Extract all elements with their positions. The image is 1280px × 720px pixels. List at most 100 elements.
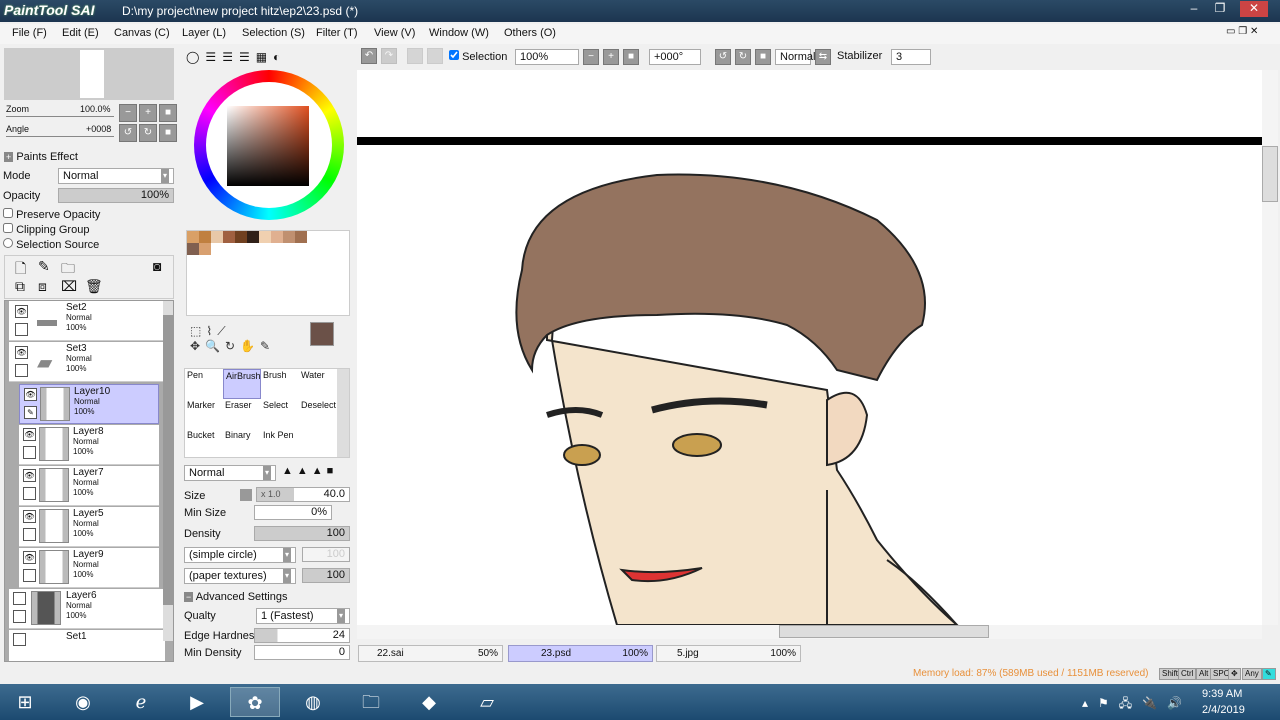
brush-texture-select[interactable]: (paper textures) ▾ (184, 568, 296, 584)
menu-canvas[interactable]: Canvas (C) (114, 27, 170, 39)
edge-hardness-slider[interactable]: 24 (254, 628, 350, 643)
doc-tab-22-sai[interactable]: 22.sai 50% (358, 645, 503, 662)
zoom-reset-button[interactable]: ■ (159, 104, 177, 122)
tool-marker[interactable]: Marker (185, 399, 223, 429)
color-swatch[interactable] (235, 231, 247, 243)
density-slider[interactable]: 100 (254, 526, 350, 541)
lock-box[interactable] (15, 364, 28, 377)
rotate-reset-button[interactable]: ■ (755, 49, 771, 65)
brush-blend-select[interactable]: Normal ▾ (184, 465, 276, 481)
menu-edit[interactable]: Edit (E) (62, 27, 99, 39)
texture-strength[interactable]: 100 (302, 568, 350, 583)
maximize-button[interactable]: ❐ (1206, 1, 1234, 17)
selection-tools[interactable]: ⬚⌇⟋ ✥🔍↻✋✎ (190, 324, 275, 353)
menu-filter[interactable]: Filter (T) (316, 27, 358, 39)
color-swatch[interactable] (283, 231, 295, 243)
new-linework-layer-icon[interactable]: ✎ (38, 258, 50, 275)
canvas-vertical-scrollbar[interactable] (1262, 70, 1278, 625)
file-explorer-icon[interactable]: 🗀 (346, 687, 396, 717)
start-button[interactable]: ⊞ (0, 687, 50, 717)
canvas-horizontal-scrollbar[interactable] (357, 625, 1262, 639)
layer-item-layer6[interactable]: Layer6 Normal 100% (9, 589, 165, 629)
color-mode-tabs[interactable]: ◯☰☰☰▦◐ (186, 50, 286, 64)
lock-box[interactable] (13, 610, 26, 623)
shape-strength[interactable]: 100 (302, 547, 350, 562)
eye-icon[interactable]: 👁 (15, 305, 28, 318)
size-range-dropdown[interactable] (240, 489, 252, 501)
undo-button[interactable]: ↶ (361, 48, 377, 64)
tool-eraser[interactable]: Eraser (223, 399, 261, 429)
eye-icon[interactable]: 👁 (15, 346, 28, 359)
color-wheel[interactable] (194, 70, 344, 220)
layer-item-set2[interactable]: 👁 ▬ Set2 Normal 100% (9, 301, 165, 341)
zoom-slider[interactable] (6, 116, 114, 117)
layer-item-layer10[interactable]: 👁 ✎ Layer10 Normal 100% (19, 384, 159, 424)
menu-others[interactable]: Others (O) (504, 27, 556, 39)
delete-layer-icon[interactable]: 🗑 (85, 278, 103, 295)
min-density-slider[interactable]: 0 (254, 645, 350, 660)
eye-icon[interactable]: 👁 (24, 388, 37, 401)
zoom-select[interactable]: 100% (515, 49, 579, 65)
layer-item-set1[interactable]: Set1 (9, 630, 165, 661)
selection-checkbox[interactable]: Selection (449, 50, 507, 63)
doc-tab-5-jpg[interactable]: 5.jpg 100% (656, 645, 801, 662)
tool-ink-pen[interactable]: Ink Pen (261, 429, 299, 459)
quality-select[interactable]: 1 (Fastest) ▾ (256, 608, 350, 624)
size-slider[interactable]: x 1.0 40.0 (256, 487, 350, 502)
transfer-down-icon[interactable]: ⧉ (15, 278, 25, 295)
layer-item-layer9[interactable]: 👁 Layer9 Normal 100% (19, 548, 159, 588)
stabilizer-select[interactable]: 3 (891, 49, 931, 65)
angle-field[interactable]: +000° (649, 49, 701, 65)
color-swatch[interactable] (199, 243, 211, 255)
notepad-icon[interactable]: ▱ (462, 687, 512, 717)
clipping-group-checkbox[interactable]: Clipping Group (3, 223, 89, 236)
deselect-button[interactable] (407, 48, 423, 64)
redo-button[interactable]: ↷ (381, 48, 397, 64)
layer-mode-select[interactable]: Normal ▾ (58, 168, 174, 184)
layer-mask-icon[interactable]: ◙ (153, 258, 161, 274)
angle-slider[interactable] (6, 136, 114, 137)
layer-opacity-slider[interactable]: 100% (58, 188, 174, 203)
layer-item-layer5[interactable]: 👁 Layer5 Normal 100% (19, 507, 159, 547)
preserve-opacity-checkbox[interactable]: Preserve Opacity (3, 208, 100, 221)
brush-shape-selector[interactable]: ▲▲▲■ (282, 465, 337, 477)
color-swatch[interactable] (199, 231, 211, 243)
mdi-controls[interactable]: ▭ ❐ ✕ (1226, 26, 1258, 37)
eye-hidden-box[interactable] (13, 633, 26, 646)
menu-file[interactable]: File (F) (12, 27, 47, 39)
rotate-reset-button[interactable]: ■ (159, 124, 177, 142)
primary-color-swatch[interactable] (310, 322, 334, 346)
view-mode-button[interactable]: Normal (775, 49, 815, 65)
color-swatch[interactable] (187, 231, 199, 243)
layer-list-scrollbar[interactable] (163, 301, 173, 641)
tool-grid-scrollbar[interactable] (337, 369, 349, 457)
layer-item-layer8[interactable]: 👁 Layer8 Normal 100% (19, 425, 159, 465)
color-swatch[interactable] (271, 231, 283, 243)
color-sv-square[interactable] (227, 106, 309, 186)
rotate-left-button[interactable]: ↺ (715, 49, 731, 65)
close-button[interactable]: ✕ (1240, 1, 1268, 17)
brush-shape-select[interactable]: (simple circle) ▾ (184, 547, 296, 563)
paints-effect-toggle[interactable]: + Paints Effect (4, 151, 78, 163)
brush-icon[interactable]: ✎ (24, 406, 37, 419)
min-size-slider[interactable]: 0% (254, 505, 332, 520)
color-swatch[interactable] (295, 231, 307, 243)
zoom-value[interactable]: 100.0% (80, 104, 111, 114)
tool-brush[interactable]: Brush (261, 369, 299, 399)
layer-item-layer7[interactable]: 👁 Layer7 Normal 100% (19, 466, 159, 506)
color-swatch[interactable] (187, 243, 199, 255)
selection-source-radio[interactable]: Selection Source (3, 238, 99, 251)
color-swatch[interactable] (247, 231, 259, 243)
system-tray-icons[interactable]: ▴⚑🖧🔌🔊 (1082, 694, 1192, 715)
zoom-out-button[interactable]: − (583, 49, 599, 65)
lock-box[interactable] (15, 323, 28, 336)
eye-icon[interactable]: 👁 (23, 428, 36, 441)
eye-icon[interactable]: 👁 (23, 469, 36, 482)
menu-layer[interactable]: Layer (L) (182, 27, 226, 39)
clock-time[interactable]: 9:39 AM (1202, 688, 1242, 700)
minimize-button[interactable]: – (1180, 1, 1208, 17)
paint-tool-sai-icon[interactable]: ✿ (230, 687, 280, 717)
flip-icon[interactable]: ⇆ (815, 49, 831, 65)
eye-icon[interactable]: 👁 (23, 551, 36, 564)
color-swatch[interactable] (259, 231, 271, 243)
